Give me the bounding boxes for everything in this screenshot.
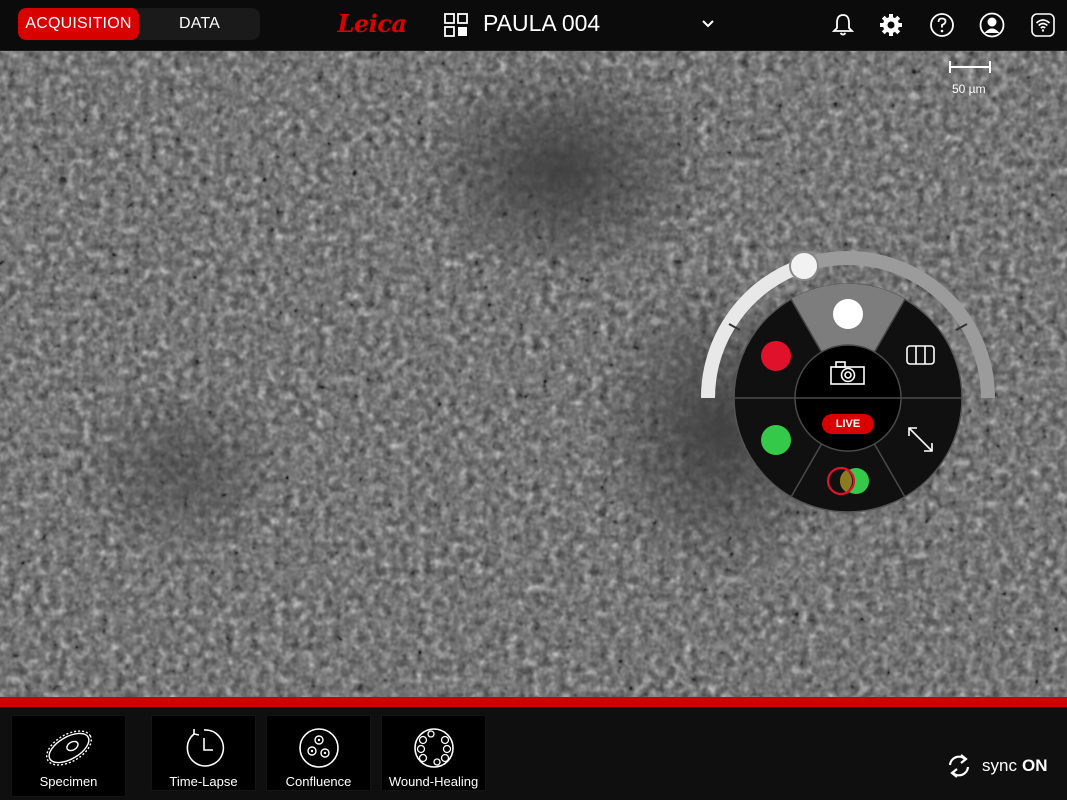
channel-red-dot[interactable] — [761, 341, 791, 371]
status-strip — [0, 697, 1067, 707]
sync-label: sync — [982, 756, 1017, 775]
channel-brightfield-dot[interactable] — [833, 299, 863, 329]
gear-icon[interactable] — [878, 12, 904, 38]
specimen-icon — [45, 730, 92, 766]
time-lapse-icon — [186, 729, 224, 767]
tool-label: Time-Lapse — [169, 774, 238, 789]
sync-state: ON — [1021, 756, 1048, 775]
bottom-toolbar: Specimen Time-Lapse Confluence Wound-Hea… — [0, 707, 1067, 800]
tool-label: Wound-Healing — [388, 774, 479, 789]
logo-text: Leica — [337, 8, 407, 38]
tab-data[interactable]: DATA — [139, 8, 260, 40]
live-button[interactable]: LIVE — [822, 414, 874, 434]
wifi-icon[interactable] — [1030, 12, 1056, 38]
overlay-icon[interactable] — [826, 466, 869, 496]
grid-icon[interactable] — [444, 13, 468, 37]
sync-icon — [948, 754, 970, 778]
project-title[interactable]: PAULA 004 — [483, 10, 600, 37]
bell-icon[interactable] — [830, 12, 856, 38]
user-icon[interactable] — [979, 12, 1005, 38]
chevron-down-icon[interactable] — [700, 17, 716, 31]
tool-specimen[interactable]: Specimen — [11, 715, 126, 797]
tool-label: Specimen — [39, 774, 98, 789]
scale-bar — [949, 61, 991, 73]
top-bar: ACQUISITION DATA Leica PAULA 004 — [0, 0, 1067, 51]
mode-switch: ACQUISITION DATA — [18, 8, 260, 40]
tab-acquisition[interactable]: ACQUISITION — [18, 8, 139, 40]
exposure-slider-handle[interactable] — [789, 251, 819, 281]
leica-logo: Leica — [337, 6, 407, 40]
channel-green-dot[interactable] — [761, 425, 791, 455]
tool-wound-healing[interactable]: Wound-Healing — [381, 715, 486, 791]
confluence-icon — [298, 728, 339, 768]
tool-time-lapse[interactable]: Time-Lapse — [151, 715, 256, 791]
sync-toggle[interactable]: sync ON — [946, 752, 1047, 780]
tool-label: Confluence — [285, 774, 352, 789]
tool-confluence[interactable]: Confluence — [266, 715, 371, 791]
wound-healing-icon — [413, 728, 454, 768]
scale-label: 50 µm — [952, 82, 986, 96]
help-icon[interactable] — [929, 12, 955, 38]
